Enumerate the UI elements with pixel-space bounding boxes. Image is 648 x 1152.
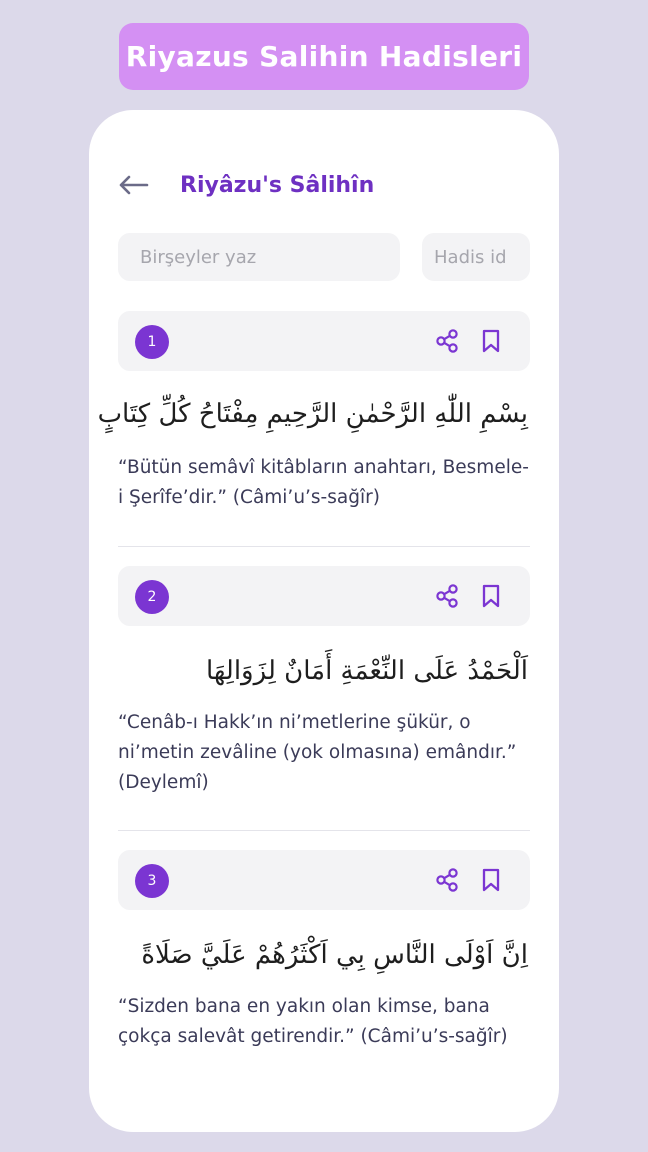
bookmark-icon <box>482 868 500 892</box>
share-button[interactable] <box>432 865 462 895</box>
page-title: Riyâzu's Sâlihîn <box>180 172 375 198</box>
bookmark-button[interactable] <box>476 581 506 611</box>
bookmark-button[interactable] <box>476 865 506 895</box>
share-icon <box>436 868 458 892</box>
share-icon <box>436 584 458 608</box>
phone-screen: Riyâzu's Sâlihîn 1 بِسْمِ اللّٰهِ <box>89 110 559 1132</box>
hadith-number-badge: 3 <box>135 864 169 898</box>
hadith-card-toolbar: 2 <box>118 566 530 626</box>
share-icon <box>436 329 458 353</box>
bookmark-icon <box>482 584 500 608</box>
hadith-meaning-text: “Cenâb-ı Hakk’ın ni’metlerine şükür, o n… <box>118 712 517 793</box>
hadith-card: 3 اِنَّ اَوْلَى النَّاسِ بِي اَكْثَرُهُم… <box>118 850 530 1052</box>
hadith-number-badge: 2 <box>135 580 169 614</box>
hadith-number-badge: 1 <box>135 325 169 359</box>
bookmark-button[interactable] <box>476 326 506 356</box>
hadith-card-toolbar: 1 <box>118 311 530 371</box>
divider <box>118 830 530 831</box>
banner-title: Riyazus Salihin Hadisleri <box>125 40 523 73</box>
app-header: Riyâzu's Sâlihîn <box>119 170 539 200</box>
hadith-meaning-text: “Bütün semâvî kitâbların anahtarı, Besme… <box>118 457 529 508</box>
hadith-meaning-text: “Sizden bana en yakın olan kimse, bana ç… <box>118 996 508 1047</box>
hadith-arabic-text: بِسْمِ اللّٰهِ الرَّحْمٰنِ الرَّحِيمِ مِ… <box>97 399 528 429</box>
search-row <box>118 233 530 281</box>
divider <box>118 546 530 547</box>
search-input[interactable] <box>118 233 400 281</box>
app-banner: Riyazus Salihin Hadisleri <box>119 23 529 90</box>
share-button[interactable] <box>432 581 462 611</box>
bookmark-icon <box>482 329 500 353</box>
hadith-arabic-text: اَلْحَمْدُ عَلَى النِّعْمَةِ أَمَانٌ لِز… <box>205 656 528 686</box>
hadith-arabic-text: اِنَّ اَوْلَى النَّاسِ بِي اَكْثَرُهُمْ … <box>141 940 528 970</box>
back-button[interactable] <box>119 170 153 200</box>
arrow-left-icon <box>119 175 149 195</box>
hadith-card-toolbar: 3 <box>118 850 530 910</box>
share-button[interactable] <box>432 326 462 356</box>
hadith-id-input[interactable] <box>422 233 530 281</box>
hadith-card: 1 بِسْمِ اللّٰهِ الرَّحْمٰنِ الرَّحِيمِ … <box>97 311 530 513</box>
hadith-card: 2 اَلْحَمْدُ عَلَى النِّعْمَةِ أَمَانٌ ل… <box>118 566 530 798</box>
